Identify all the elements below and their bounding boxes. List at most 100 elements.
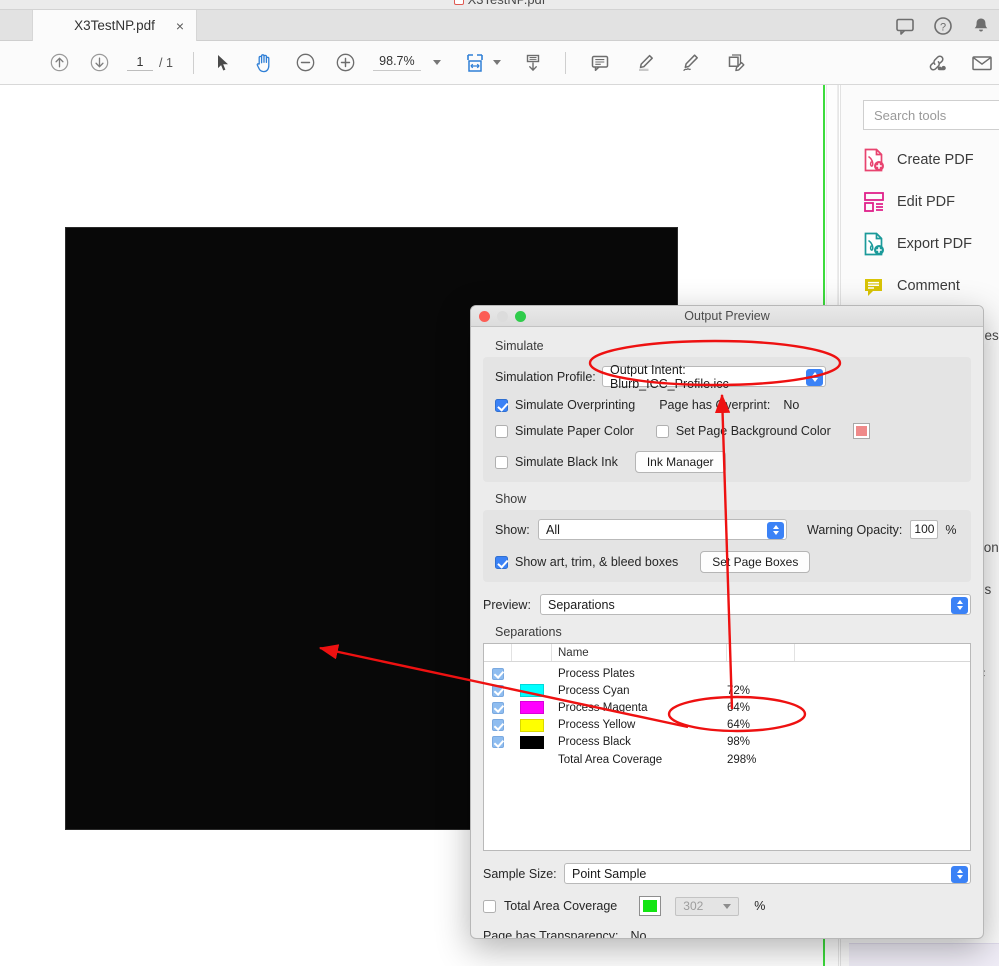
- row-percent: 64%: [727, 719, 751, 732]
- hand-tool-icon[interactable]: [255, 53, 274, 73]
- bell-icon[interactable]: [971, 16, 991, 36]
- show-select[interactable]: All: [538, 519, 787, 540]
- table-row[interactable]: Process Magenta 64%: [484, 699, 970, 716]
- window-controls: [479, 311, 526, 322]
- stepper-arrows-icon[interactable]: [806, 368, 823, 386]
- dialog-titlebar[interactable]: Output Preview: [471, 306, 983, 327]
- tab-label: X3TestNP.pdf: [74, 18, 155, 33]
- comment-bubble-icon[interactable]: [895, 16, 915, 36]
- svg-text:?: ?: [940, 21, 946, 33]
- share-link-icon[interactable]: [926, 53, 948, 73]
- comment-icon: [863, 274, 885, 298]
- minimize-window-icon[interactable]: [497, 311, 508, 322]
- search-tools-placeholder: Search tools: [874, 107, 947, 123]
- page-number-input[interactable]: [127, 54, 153, 71]
- sample-size-select[interactable]: Point Sample: [564, 863, 971, 884]
- close-icon[interactable]: ×: [176, 19, 184, 33]
- preview-select[interactable]: Separations: [540, 594, 971, 615]
- previous-page-icon[interactable]: [50, 53, 69, 72]
- edit-pdf-icon: [863, 190, 885, 214]
- app-root: X3TestNP.pdf X3TestNP.pdf × ? /: [0, 0, 999, 966]
- total-area-coverage-row: Total Area Coverage 298%: [484, 751, 970, 768]
- zoom-out-icon[interactable]: [296, 53, 315, 72]
- row-checkbox[interactable]: [484, 667, 512, 680]
- stepper-arrows-icon[interactable]: [951, 596, 968, 614]
- simulate-overprinting-checkbox[interactable]: [495, 398, 508, 412]
- show-panel: Show: All Warning Opacity: 100 % Show ar…: [483, 510, 971, 582]
- simulate-black-ink-label: Simulate Black Ink: [515, 455, 618, 469]
- show-art-trim-bleed-label: Show art, trim, & bleed boxes: [515, 555, 679, 569]
- zoom-dropdown-caret-icon[interactable]: [432, 60, 441, 65]
- table-row[interactable]: Process Plates: [484, 665, 970, 682]
- total-area-coverage-threshold-value: 302: [683, 899, 704, 913]
- table-row[interactable]: Process Black 98%: [484, 734, 970, 751]
- select-tool-icon[interactable]: [216, 54, 231, 72]
- sidebar-item-edit-pdf[interactable]: Edit PDF: [863, 190, 955, 214]
- zoom-level-input[interactable]: [372, 54, 421, 71]
- help-icon[interactable]: ?: [933, 16, 953, 36]
- row-color-swatch: [512, 701, 552, 715]
- stepper-arrows-icon[interactable]: [767, 521, 784, 539]
- column-header-percent: [727, 644, 795, 661]
- row-percent: 72%: [727, 684, 751, 697]
- tab-x3testnp[interactable]: X3TestNP.pdf ×: [32, 10, 197, 41]
- row-name: Process Plates: [558, 667, 635, 680]
- set-page-boxes-button[interactable]: Set Page Boxes: [700, 551, 811, 573]
- separations-table-header: Name: [484, 644, 970, 662]
- chevron-down-icon[interactable]: [723, 903, 732, 909]
- row-name: Process Yellow: [558, 719, 636, 732]
- row-percent: 64%: [727, 701, 751, 714]
- zoom-window-icon[interactable]: [515, 311, 526, 322]
- page-has-transparency-label: Page has Transparency:: [483, 929, 619, 939]
- separations-table[interactable]: Name Process Plates Process Cyan 72% Pro…: [483, 643, 971, 851]
- zoom-in-icon[interactable]: [336, 53, 355, 72]
- simulate-black-ink-checkbox[interactable]: [495, 455, 508, 469]
- simulation-profile-select[interactable]: Output Intent: Blurb_ICC_Profile.icc: [602, 363, 826, 391]
- simulate-overprinting-label: Simulate Overprinting: [515, 398, 636, 412]
- column-header-check: [484, 644, 512, 661]
- sidebar-item-label: Create PDF: [897, 152, 974, 168]
- email-icon[interactable]: [971, 53, 993, 73]
- row-checkbox[interactable]: [484, 736, 512, 749]
- sidebar-item-export-pdf[interactable]: Export PDF: [863, 232, 972, 256]
- sidebar-item-comment[interactable]: Comment: [863, 274, 960, 298]
- table-row[interactable]: Process Cyan 72%: [484, 682, 970, 699]
- simulation-profile-value: Output Intent: Blurb_ICC_Profile.icc: [610, 362, 729, 391]
- table-row[interactable]: Process Yellow 64%: [484, 717, 970, 734]
- page-has-overprint-label: Page has Overprint:: [659, 398, 771, 412]
- row-checkbox[interactable]: [484, 719, 512, 732]
- sign-icon[interactable]: [680, 53, 701, 73]
- edit-pdf-icon[interactable]: [726, 53, 747, 73]
- export-pdf-icon: [863, 232, 885, 256]
- show-value: All: [546, 522, 560, 537]
- highlight-icon[interactable]: [635, 53, 655, 73]
- close-window-icon[interactable]: [479, 311, 490, 322]
- sidebar-item-create-pdf[interactable]: Create PDF: [863, 148, 974, 172]
- row-checkbox[interactable]: [484, 701, 512, 714]
- simulate-paper-color-checkbox[interactable]: [495, 424, 508, 438]
- row-checkbox[interactable]: [484, 684, 512, 697]
- row-name: Process Magenta: [558, 701, 648, 714]
- total-area-coverage-threshold-input[interactable]: 302: [675, 896, 740, 916]
- comment-icon[interactable]: [590, 53, 610, 73]
- search-tools-input[interactable]: Search tools: [863, 100, 999, 130]
- tabbar-actions: ?: [895, 10, 991, 41]
- fit-page-icon[interactable]: [465, 53, 486, 73]
- simulate-overprinting-row: Simulate Overprinting Page has Overprint…: [495, 398, 959, 412]
- stepper-arrows-icon[interactable]: [951, 865, 968, 883]
- output-preview-dialog[interactable]: Output Preview Simulate Simulation Profi…: [470, 305, 984, 939]
- total-area-coverage-checkbox[interactable]: [483, 899, 496, 913]
- column-header-extra: [795, 644, 970, 661]
- page-background-color-swatch[interactable]: [852, 423, 870, 439]
- set-page-background-color-checkbox[interactable]: [655, 424, 669, 438]
- page-has-transparency-value: No: [630, 929, 647, 939]
- warning-opacity-input[interactable]: 100: [910, 520, 939, 539]
- scroll-mode-icon[interactable]: [523, 53, 543, 73]
- simulate-panel: Simulation Profile: Output Intent: Blurb…: [483, 357, 971, 482]
- total-area-coverage-color-swatch[interactable]: [639, 896, 662, 916]
- next-page-icon[interactable]: [90, 53, 109, 72]
- fit-page-dropdown-caret-icon[interactable]: [492, 60, 501, 65]
- simulate-black-ink-row: Simulate Black Ink Ink Manager: [495, 451, 959, 473]
- ink-manager-button[interactable]: Ink Manager: [634, 451, 726, 473]
- show-art-trim-bleed-checkbox[interactable]: [495, 555, 508, 569]
